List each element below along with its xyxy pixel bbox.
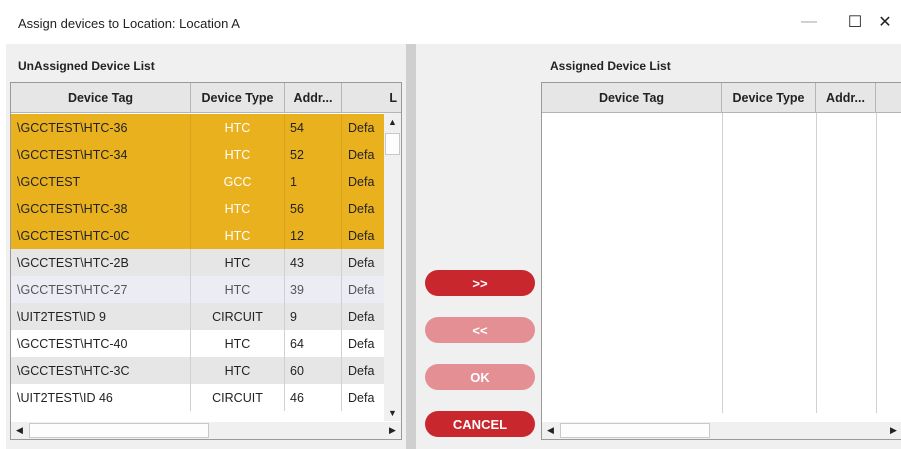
cell-device-tag: \GCCTEST\HTC-36: [11, 114, 191, 141]
horizontal-scroll-thumb[interactable]: [560, 423, 710, 438]
title-bar: Assign devices to Location: Location A —…: [0, 0, 901, 44]
window-title: Assign devices to Location: Location A: [18, 16, 240, 31]
cell-address: 9: [285, 303, 342, 330]
cell-address: 43: [285, 249, 342, 276]
cell-device-type: HTC: [191, 276, 285, 303]
close-button[interactable]: ✕: [862, 0, 901, 44]
ok-button[interactable]: OK: [425, 364, 535, 390]
maximize-icon: ☐: [847, 14, 863, 31]
cell-device-tag: \GCCTEST\HTC-40: [11, 330, 191, 357]
cell-address: 12: [285, 222, 342, 249]
column-header-device-type[interactable]: Device Type: [722, 83, 816, 113]
cell-device-tag: \UIT2TEST\ID 9: [11, 303, 191, 330]
minimize-button[interactable]: —: [786, 0, 832, 44]
cell-device-type: HTC: [191, 357, 285, 384]
table-row[interactable]: \GCCTEST GCC 1 Defa: [11, 168, 401, 195]
column-header-device-type[interactable]: Device Type: [191, 83, 285, 113]
cell-address: 1: [285, 168, 342, 195]
assigned-grid-header: Device Tag Device Type Addr...: [542, 83, 901, 113]
minimize-icon: —: [801, 13, 817, 30]
column-header-address[interactable]: Addr...: [816, 83, 876, 113]
cell-device-type: HTC: [191, 222, 285, 249]
assigned-grid: Device Tag Device Type Addr... ◀ ▶: [541, 82, 901, 440]
scroll-up-arrow-icon[interactable]: ▲: [384, 113, 401, 130]
cell-device-tag: \GCCTEST: [11, 168, 191, 195]
unassigned-grid-header: Device Tag Device Type Addr... L: [11, 83, 401, 113]
cell-device-tag: \GCCTEST\HTC-27: [11, 276, 191, 303]
cell-device-tag: \GCCTEST\HTC-0C: [11, 222, 191, 249]
table-row[interactable]: \GCCTEST\HTC-2B HTC 43 Defa: [11, 249, 401, 276]
assigned-horizontal-scrollbar[interactable]: ◀ ▶: [542, 422, 901, 439]
cell-device-type: HTC: [191, 195, 285, 222]
cell-device-type: HTC: [191, 249, 285, 276]
table-row[interactable]: \UIT2TEST\ID 46 CIRCUIT 46 Defa: [11, 384, 401, 411]
cancel-button[interactable]: CANCEL: [425, 411, 535, 437]
cell-device-type: CIRCUIT: [191, 303, 285, 330]
horizontal-scroll-thumb[interactable]: [29, 423, 209, 438]
cell-device-tag: \GCCTEST\HTC-2B: [11, 249, 191, 276]
table-row[interactable]: \GCCTEST\HTC-34 HTC 52 Defa: [11, 141, 401, 168]
column-header-location[interactable]: [876, 83, 901, 113]
cell-device-type: HTC: [191, 330, 285, 357]
assigned-panel: Assigned Device List Device Tag Device T…: [540, 44, 901, 449]
unassigned-vertical-scrollbar[interactable]: ▲ ▼: [384, 113, 401, 421]
table-row[interactable]: \GCCTEST\HTC-40 HTC 64 Defa: [11, 330, 401, 357]
unassigned-panel: UnAssigned Device List Device Tag Device…: [6, 44, 406, 449]
cell-address: 56: [285, 195, 342, 222]
cell-device-type: CIRCUIT: [191, 384, 285, 411]
table-row[interactable]: \GCCTEST\HTC-36 HTC 54 Defa: [11, 114, 401, 141]
table-row[interactable]: \GCCTEST\HTC-3C HTC 60 Defa: [11, 357, 401, 384]
cell-device-tag: \GCCTEST\HTC-34: [11, 141, 191, 168]
cell-address: 39: [285, 276, 342, 303]
cell-address: 64: [285, 330, 342, 357]
cell-device-tag: \UIT2TEST\ID 46: [11, 384, 191, 411]
cell-address: 60: [285, 357, 342, 384]
panel-splitter[interactable]: [406, 44, 416, 449]
scroll-left-arrow-icon[interactable]: ◀: [542, 422, 559, 439]
column-header-location[interactable]: L: [342, 83, 401, 113]
column-header-device-tag[interactable]: Device Tag: [542, 83, 722, 113]
cell-device-type: HTC: [191, 141, 285, 168]
cell-device-tag: \GCCTEST\HTC-3C: [11, 357, 191, 384]
column-divider: [876, 113, 877, 413]
scroll-left-arrow-icon[interactable]: ◀: [11, 422, 28, 439]
cell-address: 46: [285, 384, 342, 411]
table-row[interactable]: \GCCTEST\HTC-27 HTC 39 Defa: [11, 276, 401, 303]
column-divider: [722, 113, 723, 413]
unassigned-grid: Device Tag Device Type Addr... L \GCCTES…: [10, 82, 402, 440]
vertical-scroll-thumb[interactable]: [385, 133, 400, 155]
assigned-list-label: Assigned Device List: [550, 59, 671, 73]
column-divider: [816, 113, 817, 413]
unassigned-list-label: UnAssigned Device List: [18, 59, 155, 73]
close-icon: ✕: [878, 14, 892, 31]
cell-device-type: GCC: [191, 168, 285, 195]
cell-device-type: HTC: [191, 114, 285, 141]
unassign-button[interactable]: <<: [425, 317, 535, 343]
column-header-device-tag[interactable]: Device Tag: [11, 83, 191, 113]
table-row[interactable]: \UIT2TEST\ID 9 CIRCUIT 9 Defa: [11, 303, 401, 330]
cell-address: 52: [285, 141, 342, 168]
assign-button[interactable]: >>: [425, 270, 535, 296]
cell-address: 54: [285, 114, 342, 141]
cell-device-tag: \GCCTEST\HTC-38: [11, 195, 191, 222]
column-header-address[interactable]: Addr...: [285, 83, 342, 113]
unassigned-horizontal-scrollbar[interactable]: ◀ ▶: [11, 422, 401, 439]
scroll-right-arrow-icon[interactable]: ▶: [885, 422, 901, 439]
scroll-right-arrow-icon[interactable]: ▶: [384, 422, 401, 439]
table-row[interactable]: \GCCTEST\HTC-38 HTC 56 Defa: [11, 195, 401, 222]
table-row[interactable]: \GCCTEST\HTC-0C HTC 12 Defa: [11, 222, 401, 249]
scroll-down-arrow-icon[interactable]: ▼: [384, 404, 401, 421]
